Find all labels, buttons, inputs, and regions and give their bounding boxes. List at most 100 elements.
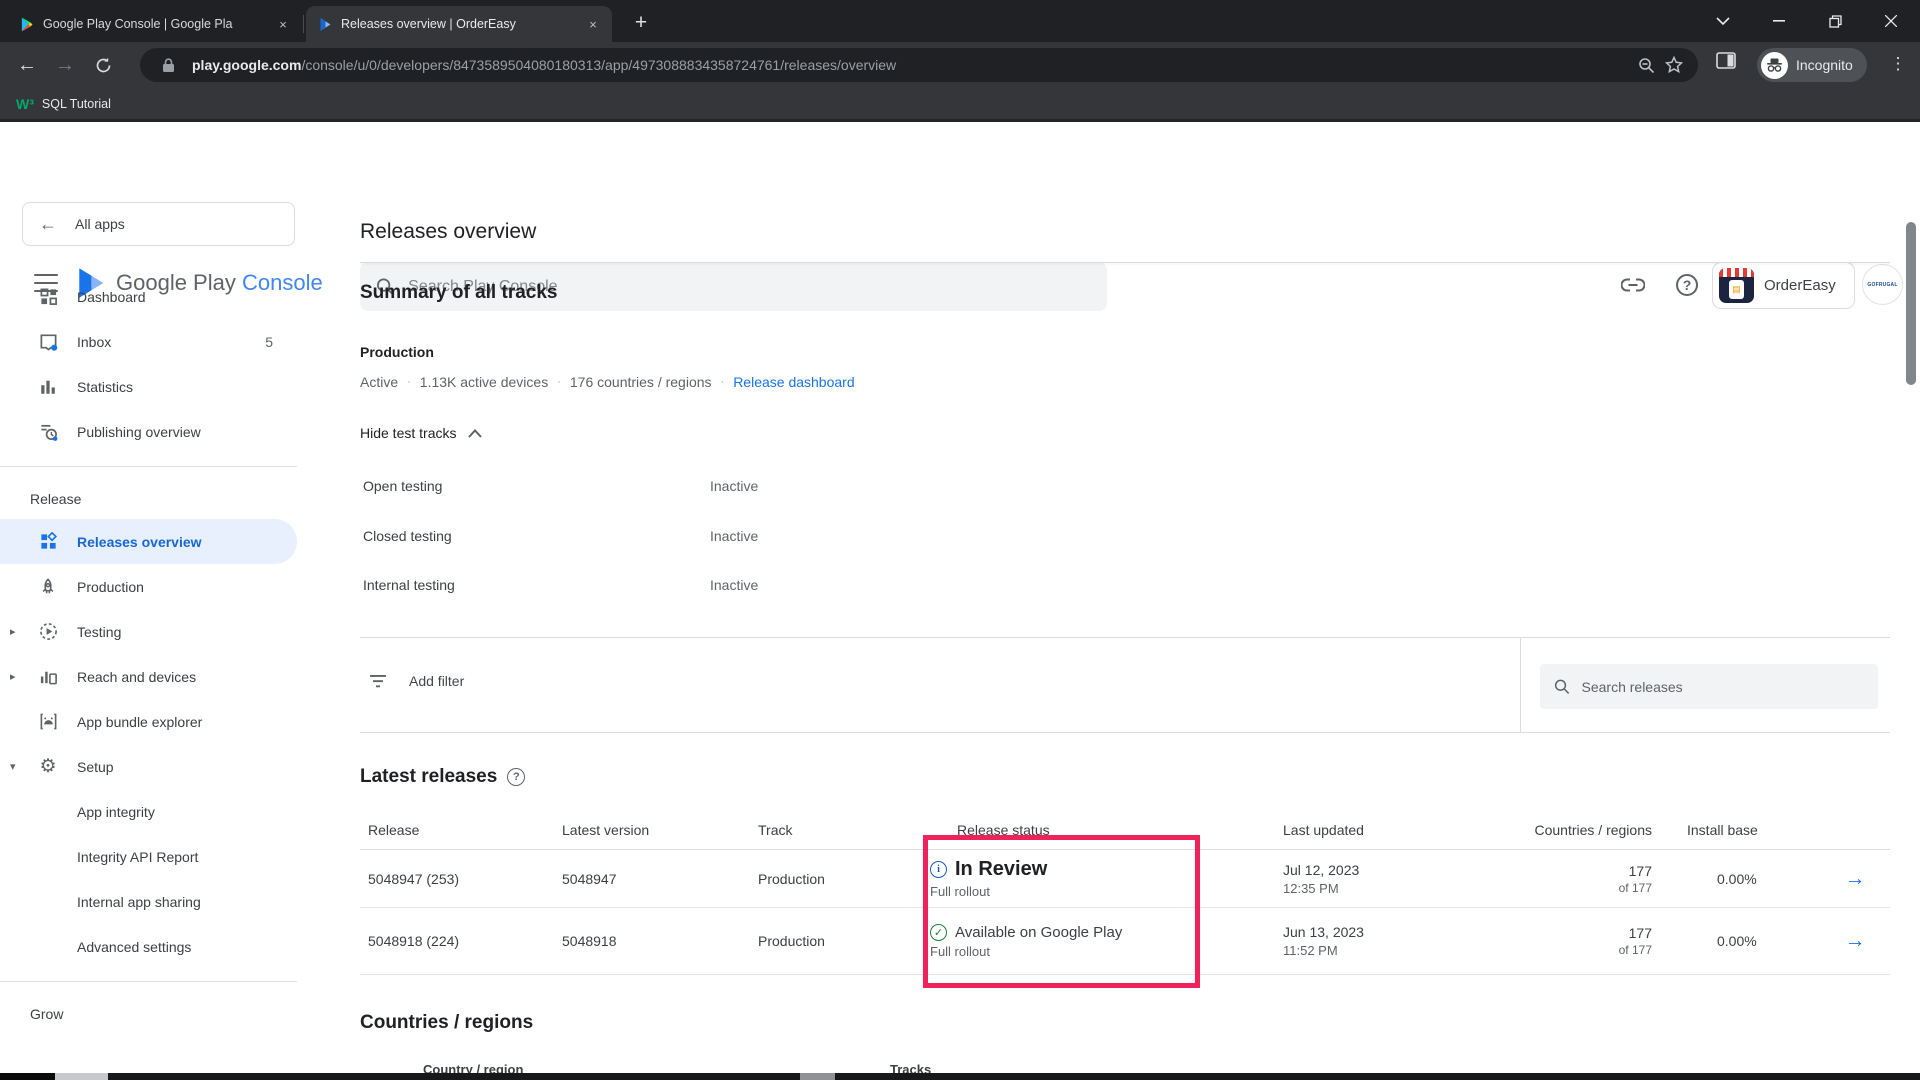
latest-releases-title: Latest releases xyxy=(360,766,497,788)
url-text: play.google.com/console/u/0/developers/8… xyxy=(192,57,1632,73)
inbox-icon xyxy=(38,332,58,351)
page-scrollbar-thumb[interactable] xyxy=(1906,222,1916,385)
new-tab-button[interactable]: + xyxy=(626,8,656,38)
section-release: Release xyxy=(0,479,297,519)
tab-releases-overview[interactable]: Releases overview | OrderEasy × xyxy=(306,6,612,42)
production-status: Active xyxy=(360,374,398,390)
reach-and-devices-icon xyxy=(38,667,58,686)
test-track-row: Open testing Inactive xyxy=(363,478,1083,494)
sidebar-item-production[interactable]: Production xyxy=(0,564,297,609)
expand-caret-icon[interactable]: ▸ xyxy=(10,670,16,683)
col-install-base: Install base xyxy=(1652,822,1820,838)
open-release-arrow[interactable]: → xyxy=(1845,867,1866,890)
sidebar-item-label: Advanced settings xyxy=(77,939,191,955)
pink-highlight-annotation xyxy=(923,835,1200,988)
sidebar-item-advanced-settings[interactable]: Advanced settings xyxy=(0,924,297,969)
forward-button[interactable]: → xyxy=(50,50,80,80)
chevron-up-icon xyxy=(468,429,482,438)
expand-caret-icon[interactable]: ▸ xyxy=(10,625,16,638)
google-play-icon xyxy=(20,17,35,32)
bookmark-bar: W³ SQL Tutorial xyxy=(0,88,1920,122)
setup-gear-icon: ⚙ xyxy=(38,755,58,778)
collapse-caret-icon[interactable]: ▾ xyxy=(10,760,16,773)
open-release-arrow[interactable]: → xyxy=(1845,929,1866,952)
filter-bar: Add filter xyxy=(360,637,1890,733)
updated-date: Jun 13, 2023 xyxy=(1283,924,1530,940)
back-button[interactable]: ← xyxy=(12,50,42,80)
search-releases-input[interactable] xyxy=(1582,679,1865,695)
menu-kebab-icon[interactable]: ⋮ xyxy=(1884,50,1912,78)
add-filter-button[interactable]: Add filter xyxy=(370,673,464,689)
sidebar-item-publishing-overview[interactable]: Publishing overview xyxy=(0,409,297,454)
sidebar-item-inbox[interactable]: Inbox 5 xyxy=(0,319,297,364)
latest-version: 5048947 xyxy=(554,871,750,887)
track: Production xyxy=(750,933,930,949)
sidebar-item-releases-overview[interactable]: Releases overview xyxy=(0,519,297,564)
track-name: Closed testing xyxy=(363,528,710,544)
tab-google-play-console[interactable]: Google Play Console | Google Pla × xyxy=(8,6,302,42)
updated-date: Jul 12, 2023 xyxy=(1283,862,1530,878)
address-bar[interactable]: play.google.com/console/u/0/developers/8… xyxy=(140,48,1698,82)
updated-time: 11:52 PM xyxy=(1283,943,1530,958)
search-icon xyxy=(1554,678,1570,695)
sidebar-divider xyxy=(0,466,297,467)
zoom-icon[interactable] xyxy=(1632,51,1660,79)
sidebar-item-app-integrity[interactable]: App integrity xyxy=(0,789,297,834)
inbox-count-badge: 5 xyxy=(265,334,273,350)
last-updated-cell: Jun 13, 2023 11:52 PM xyxy=(1280,924,1530,958)
hide-test-tracks-toggle[interactable]: Hide test tracks xyxy=(360,425,482,441)
install-base-cell: 0.00% xyxy=(1652,871,1820,887)
release-dashboard-link[interactable]: Release dashboard xyxy=(733,374,854,390)
play-console-icon xyxy=(318,17,333,32)
incognito-label: Incognito xyxy=(1796,57,1853,73)
track-name: Internal testing xyxy=(363,577,710,593)
lock-icon xyxy=(154,51,182,79)
sidebar-item-label: Integrity API Report xyxy=(77,849,198,865)
window-minimize-button[interactable] xyxy=(1756,0,1802,42)
tab-title: Releases overview | OrderEasy xyxy=(341,17,576,31)
all-apps-button[interactable]: ← All apps xyxy=(22,202,295,246)
search-releases[interactable] xyxy=(1540,664,1878,709)
sidebar-item-internal-app-sharing[interactable]: Internal app sharing xyxy=(0,879,297,924)
tab-close-icon[interactable]: × xyxy=(274,15,292,33)
bookmark-star-icon[interactable] xyxy=(1660,51,1688,79)
window-restore-button[interactable] xyxy=(1812,0,1858,42)
title-divider xyxy=(360,262,1890,263)
production-track-name: Production xyxy=(360,344,434,360)
reload-button[interactable] xyxy=(88,50,118,80)
filter-icon xyxy=(370,675,387,688)
app-bundle-explorer-icon xyxy=(38,712,58,731)
track-status: Inactive xyxy=(710,528,758,544)
sidebar-item-label: Setup xyxy=(77,759,114,775)
sidebar-item-setup[interactable]: ▾ ⚙ Setup xyxy=(0,744,297,789)
release-name: 5048918 (224) xyxy=(360,933,554,949)
incognito-icon xyxy=(1761,52,1788,79)
active-devices: 1.13K active devices xyxy=(420,374,548,390)
countries-cell: 177 of 177 xyxy=(1530,925,1652,957)
help-icon[interactable]: ? xyxy=(507,768,525,786)
back-arrow-icon: ← xyxy=(39,214,57,235)
sidebar-item-statistics[interactable]: Statistics xyxy=(0,364,297,409)
summary-heading: Summary of all tracks xyxy=(360,282,557,304)
track-status: Inactive xyxy=(710,478,758,494)
bottom-edge-strip xyxy=(0,1073,1920,1080)
updated-time: 12:35 PM xyxy=(1283,881,1530,896)
sidebar-item-app-bundle-explorer[interactable]: App bundle explorer xyxy=(0,699,297,744)
sidebar-item-integrity-api-report[interactable]: Integrity API Report xyxy=(0,834,297,879)
sidebar-item-testing[interactable]: ▸ Testing xyxy=(0,609,297,654)
window-close-button[interactable] xyxy=(1868,0,1914,42)
sidebar-item-label: Dashboard xyxy=(77,289,146,305)
bookmark-sql-tutorial[interactable]: W³ SQL Tutorial xyxy=(16,96,111,112)
incognito-badge: Incognito xyxy=(1757,48,1867,82)
track-status: Inactive xyxy=(710,577,758,593)
sidebar-item-label: Releases overview xyxy=(77,534,202,550)
sidebar-item-dashboard[interactable]: Dashboard xyxy=(0,274,297,319)
latest-version: 5048918 xyxy=(554,933,750,949)
tab-search-chevron-icon[interactable] xyxy=(1700,0,1746,42)
sidebar-item-reach-and-devices[interactable]: ▸ Reach and devices xyxy=(0,654,297,699)
tab-close-icon[interactable]: × xyxy=(584,15,602,33)
countries-count: 176 countries / regions xyxy=(570,374,712,390)
sidebar-item-label: Testing xyxy=(77,624,121,640)
side-panel-icon[interactable] xyxy=(1716,52,1736,69)
publishing-overview-icon xyxy=(38,422,58,441)
